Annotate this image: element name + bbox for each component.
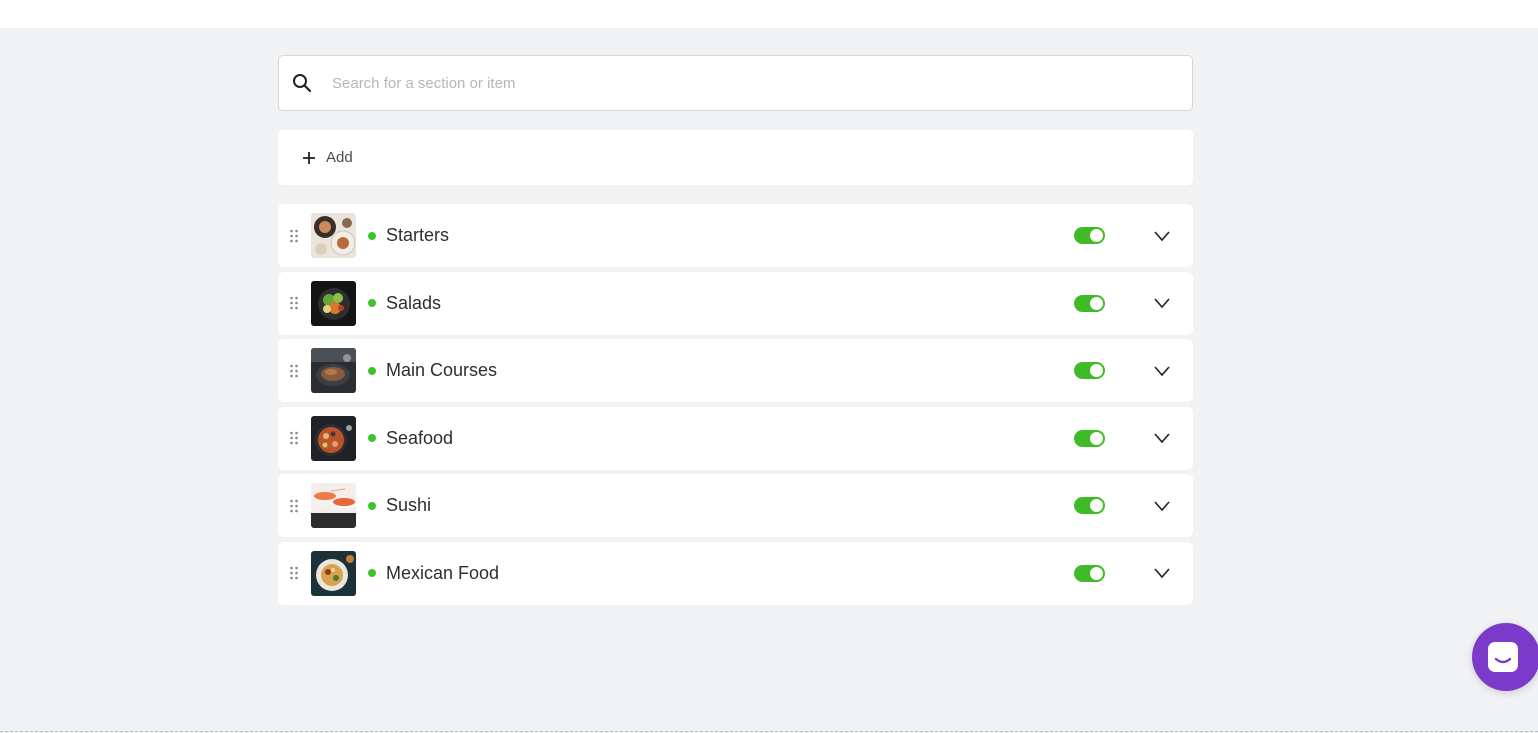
- visibility-toggle[interactable]: [1074, 564, 1105, 582]
- drag-handle-icon[interactable]: [289, 229, 299, 243]
- drag-handle-icon[interactable]: [289, 364, 299, 378]
- chevron-down-icon[interactable]: [1153, 365, 1171, 377]
- section-row-seafood[interactable]: Seafood: [278, 406, 1193, 470]
- section-list: Starters Salads Main Courses Seafood Sus…: [278, 204, 1193, 605]
- section-row-main-courses[interactable]: Main Courses: [278, 339, 1193, 402]
- status-dot: [368, 434, 376, 442]
- chevron-down-icon[interactable]: [1153, 567, 1171, 579]
- chevron-down-icon[interactable]: [1153, 432, 1171, 444]
- status-dot: [368, 231, 376, 240]
- drag-handle-icon[interactable]: [289, 431, 299, 445]
- visibility-toggle[interactable]: [1074, 227, 1105, 244]
- section-name: Sushi: [386, 495, 432, 515]
- section-image-starters: [311, 213, 356, 258]
- section-name: Salads: [386, 292, 442, 313]
- top-bar: [0, 0, 1538, 28]
- status-dot: [368, 569, 376, 577]
- chevron-down-icon[interactable]: [1153, 297, 1171, 309]
- section-image-mexican-food: [311, 550, 356, 596]
- status-dot: [368, 299, 376, 307]
- section-name: Seafood: [386, 427, 454, 448]
- section-row-salads[interactable]: Salads: [278, 271, 1193, 335]
- visibility-toggle[interactable]: [1074, 294, 1105, 312]
- chevron-down-icon[interactable]: [1153, 500, 1171, 512]
- search-bar: [278, 55, 1193, 111]
- visibility-toggle[interactable]: [1074, 362, 1105, 379]
- section-name: Starters: [386, 225, 450, 245]
- section-image-seafood: [311, 415, 356, 461]
- section-name: Main Courses: [386, 360, 498, 380]
- chat-icon: [1486, 640, 1520, 674]
- status-dot: [368, 366, 376, 375]
- drag-handle-icon[interactable]: [289, 499, 299, 513]
- search-input[interactable]: [330, 67, 1192, 99]
- plus-icon: [302, 151, 316, 165]
- section-image-salads: [311, 280, 356, 326]
- drag-handle-icon[interactable]: [289, 566, 299, 580]
- section-name: Mexican Food: [386, 562, 500, 583]
- chat-launcher-button[interactable]: [1472, 623, 1538, 691]
- section-image-sushi: [311, 483, 356, 528]
- add-label: Add: [326, 149, 353, 166]
- visibility-toggle[interactable]: [1074, 429, 1105, 447]
- menu-editor: Add Starters: [278, 55, 1193, 609]
- section-row-mexican-food[interactable]: Mexican Food: [278, 541, 1193, 605]
- add-section-button[interactable]: Add: [278, 130, 1193, 185]
- bottom-divider: [0, 731, 1538, 732]
- section-image-main-courses: [311, 348, 356, 393]
- search-icon: [292, 73, 312, 93]
- chevron-down-icon[interactable]: [1153, 230, 1171, 242]
- drag-handle-icon[interactable]: [289, 296, 299, 310]
- visibility-toggle[interactable]: [1074, 497, 1105, 514]
- section-row-starters[interactable]: Starters: [278, 204, 1193, 267]
- status-dot: [368, 501, 376, 510]
- section-row-sushi[interactable]: Sushi: [278, 474, 1193, 537]
